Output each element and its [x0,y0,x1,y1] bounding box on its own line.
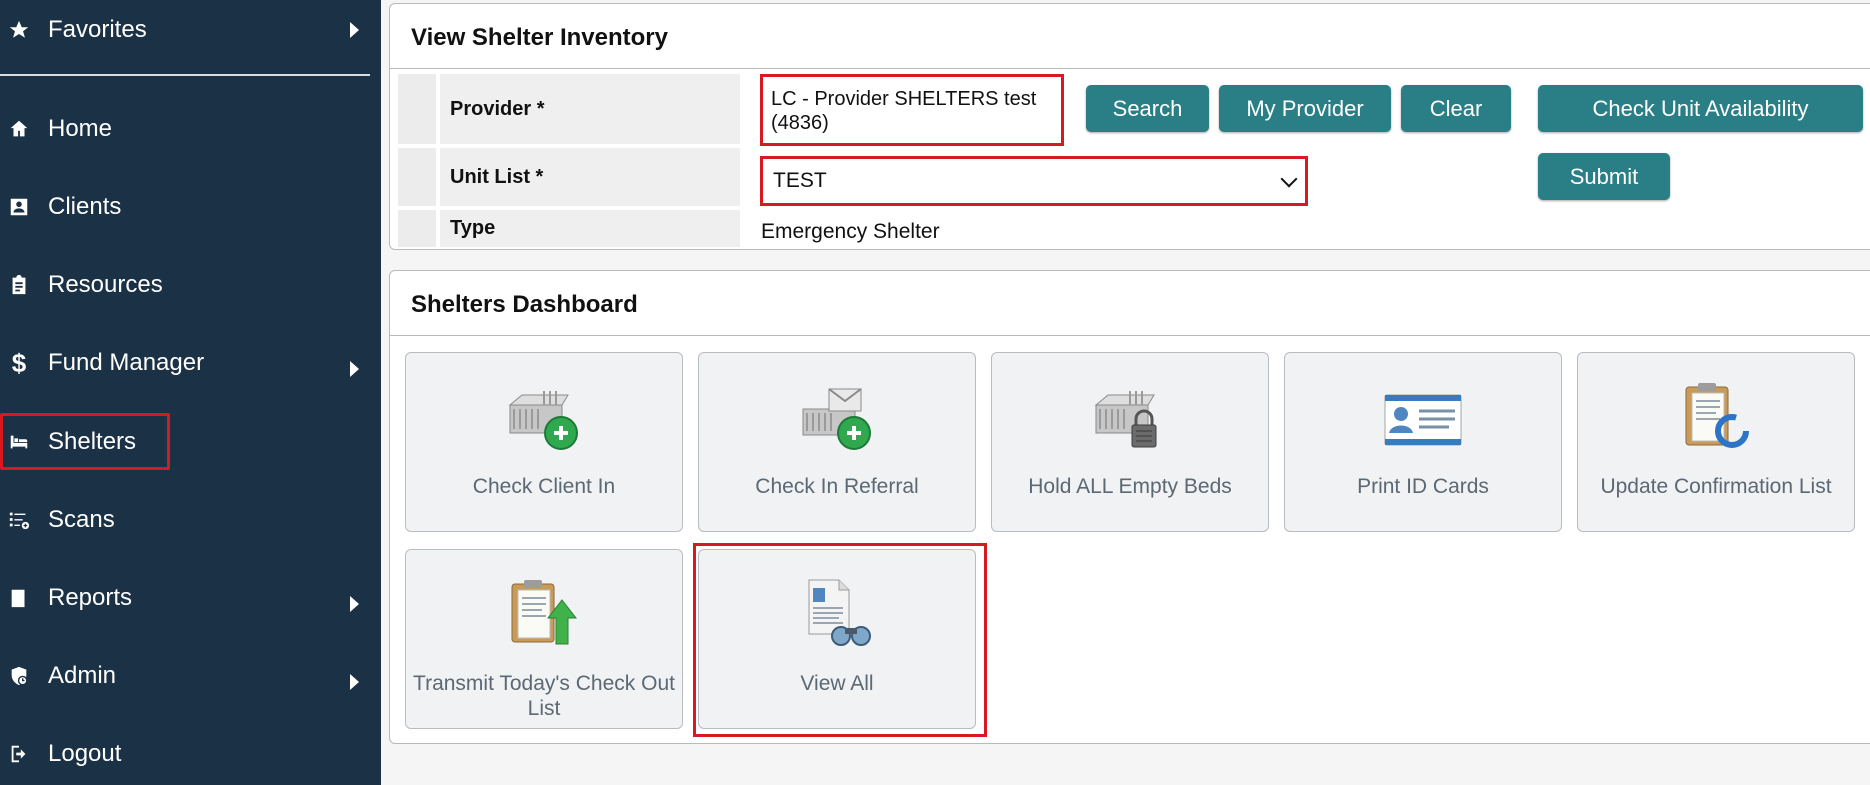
submit-button[interactable]: Submit [1538,153,1670,200]
home-icon [8,118,30,140]
unit-list-label: Unit List * [440,148,740,206]
my-provider-button[interactable]: My Provider [1219,85,1391,132]
shield-icon [8,665,30,687]
tile-label: Hold ALL Empty Beds [1028,475,1232,498]
tile-label: Print ID Cards [1357,475,1489,498]
sidebar-item-label: Resources [48,271,163,298]
check-unit-availability-button[interactable]: Check Unit Availability [1538,85,1863,132]
page-title: View Shelter Inventory [411,24,668,51]
type-value: Emergency Shelter [761,220,940,243]
bed-lock-icon [1094,391,1157,448]
tile-label: Check In Referral [755,475,919,498]
row-stub [398,210,436,247]
id-card-icon [1384,394,1462,446]
sidebar-item-resources[interactable]: Resources [0,255,381,315]
sidebar-item-label: Home [48,115,113,142]
tile-check-client-in[interactable]: Check Client In [405,352,683,532]
sidebar-item-scans[interactable]: Scans [0,490,381,550]
sidebar-item-label: Logout [48,740,122,767]
tile-check-in-referral[interactable]: Check In Referral [698,352,976,532]
provider-label: Provider * [440,74,740,144]
chevron-right-icon [350,596,359,612]
panel-divider [390,68,1870,69]
sidebar-divider [0,74,370,76]
tile-hold-all-empty-beds[interactable]: Hold ALL Empty Beds [991,352,1269,532]
sidebar-item-favorites[interactable]: Favorites [0,0,381,60]
row-stub [398,148,436,206]
tile-update-confirmation-list[interactable]: Update Confirmation List [1577,352,1855,532]
clipboard-upload-icon [511,580,578,645]
clipboard-refresh-icon [1685,383,1749,448]
sidebar-item-fund-manager[interactable]: $ Fund Manager [0,333,381,393]
dashboard-title: Shelters Dashboard [411,291,638,318]
sidebar-item-label: Fund Manager [48,349,205,376]
shelters-dashboard-panel: Shelters Dashboard Check Client In Check… [389,270,1870,744]
sidebar-item-label: Scans [48,506,115,533]
tile-label: Update Confirmation List [1600,475,1832,498]
chevron-down-icon [1280,170,1298,188]
chevron-right-icon [350,361,359,377]
referral-add-icon [802,388,871,450]
sidebar-item-label: Clients [48,193,122,220]
provider-field[interactable]: LC - Provider SHELTERS test (4836) [760,74,1064,146]
provider-value-line2: (4836) [771,112,829,134]
view-all-highlight-box [693,543,987,737]
bed-add-icon [508,391,578,450]
tile-transmit-check-out-list[interactable]: Transmit Today's Check Out List [405,549,683,729]
report-icon [8,587,30,609]
sidebar-item-clients[interactable]: Clients [0,177,381,237]
dollar-icon: $ [11,347,27,378]
shelter-inventory-panel: View Shelter Inventory Provider * LC - P… [389,3,1870,250]
panel-divider [390,335,1870,336]
tile-label: Transmit Today's Check Out List [413,672,675,720]
sidebar-item-label: Admin [48,662,117,689]
chevron-right-icon [350,22,359,38]
sidebar-item-logout[interactable]: Logout [0,724,381,784]
type-label: Type [440,210,740,247]
tile-print-id-cards[interactable]: Print ID Cards [1284,352,1562,532]
provider-value-line1: LC - Provider SHELTERS test [771,88,1037,110]
sidebar-item-label: Reports [48,584,133,611]
clipboard-icon [8,274,30,296]
sidebar-item-label: Favorites [48,16,147,43]
unit-list-selected-value: TEST [773,169,827,192]
tile-label: Check Client In [472,475,616,498]
scan-list-icon [8,509,30,531]
client-card-icon [8,196,30,218]
shelters-highlight-box [0,413,170,470]
main-content: View Shelter Inventory Provider * LC - P… [381,0,1870,785]
clear-button[interactable]: Clear [1401,85,1511,132]
search-button[interactable]: Search [1086,85,1209,132]
sidebar-item-admin[interactable]: Admin [0,646,381,706]
logout-icon [8,743,30,765]
sidebar: Favorites Home Clients Resources $ Fund … [0,0,381,785]
chevron-right-icon [350,674,359,690]
unit-list-select[interactable]: TEST [760,156,1308,206]
sidebar-item-home[interactable]: Home [0,99,381,159]
sidebar-item-reports[interactable]: Reports [0,568,381,628]
row-stub [398,74,436,144]
star-icon [8,19,30,41]
